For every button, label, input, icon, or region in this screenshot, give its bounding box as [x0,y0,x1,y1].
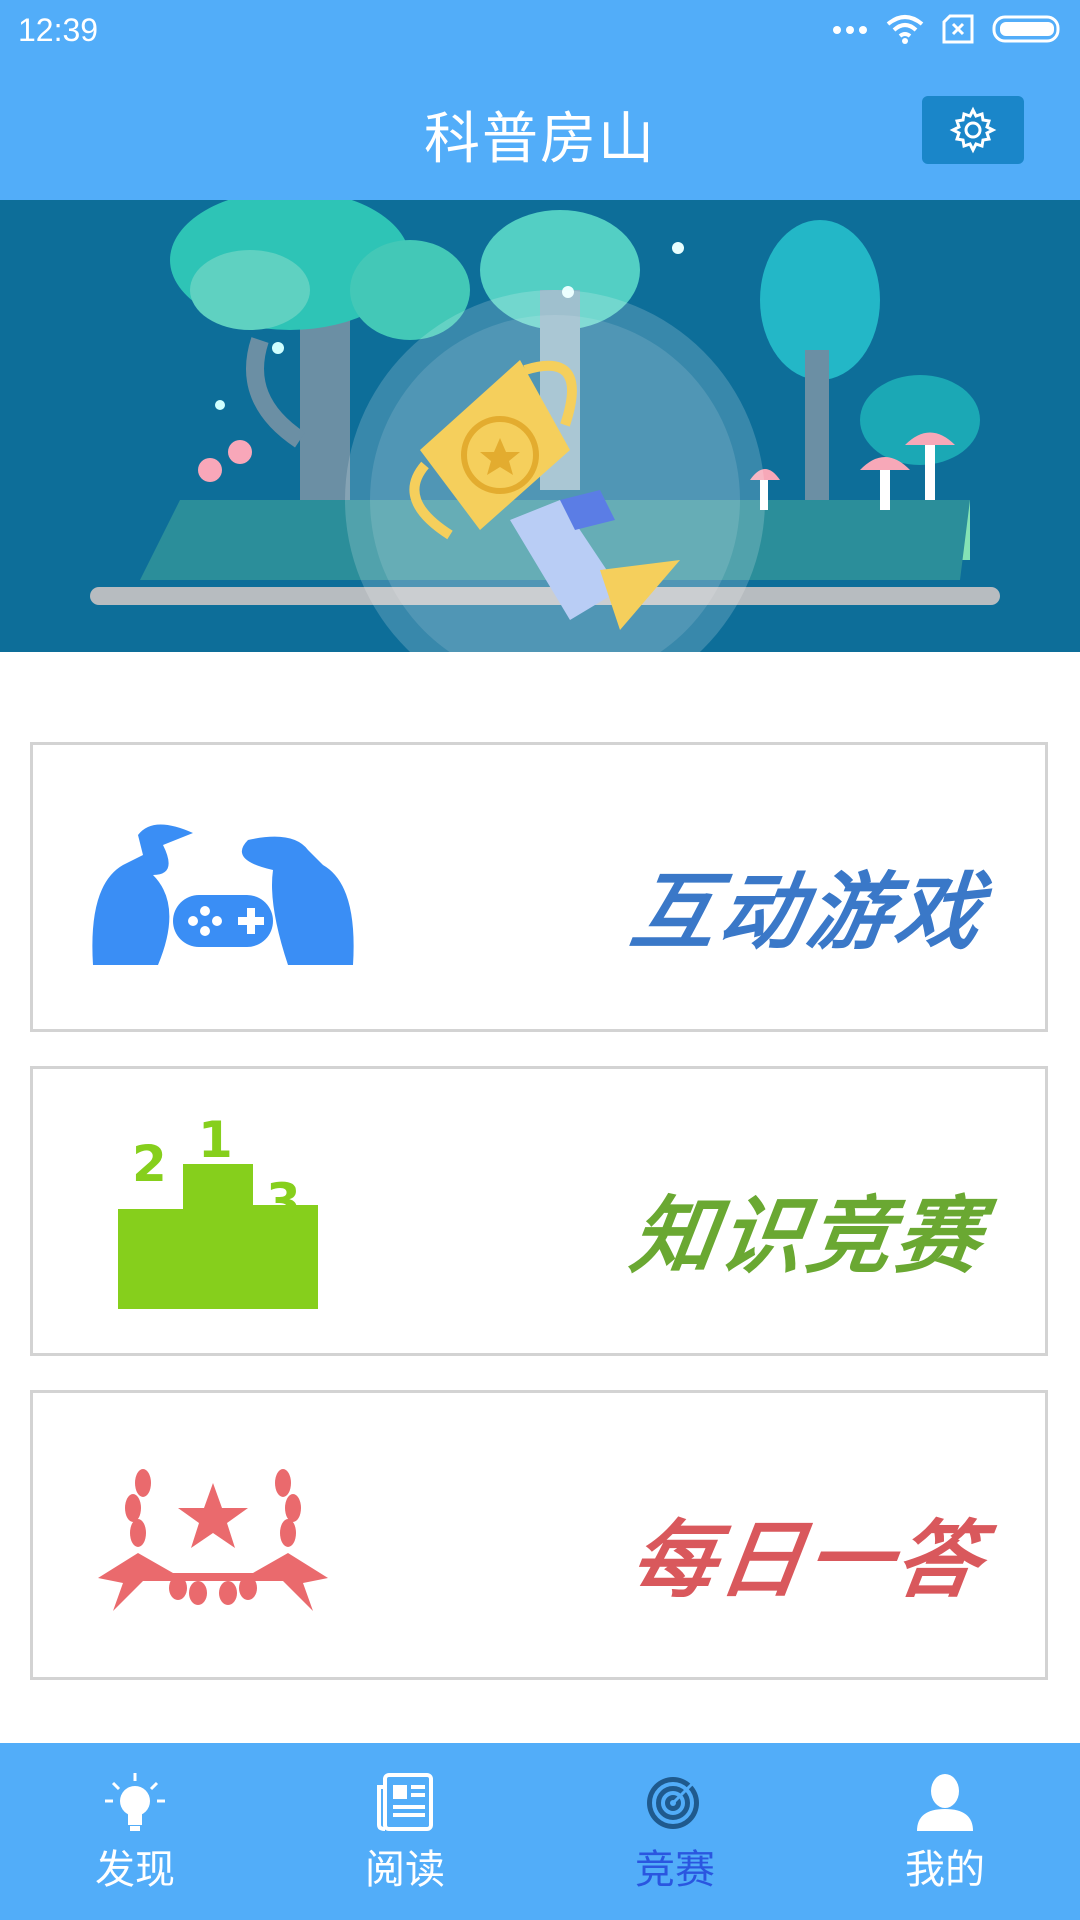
status-time: 12:39 [18,12,99,48]
tab-label: 我的 [905,1847,985,1893]
card-label: 互动游戏 [625,863,991,961]
tab-read[interactable]: 阅读 [270,1743,540,1920]
card-interactive-games[interactable]: 互动游戏 [30,742,1048,1032]
settings-button[interactable] [922,96,1024,164]
tab-mine[interactable]: 我的 [810,1743,1080,1920]
more-dots-icon [833,26,867,34]
tab-label: 竞赛 [635,1847,715,1893]
laurel-star-icon [98,1463,328,1617]
bottom-tab-bar: 发现 阅读 竞赛 我的 [0,1743,1080,1920]
svg-text:3: 3 [266,1173,301,1231]
gear-icon [949,106,997,154]
podium-icon: 2 1 3 [118,1109,318,1313]
card-label: 每日一答 [625,1511,991,1609]
banner-illustration[interactable] [0,200,1080,652]
status-bar: 12:39 [0,0,1080,62]
app-header: 科普房山 [0,62,1080,200]
wifi-icon [886,15,924,44]
forest-scene-illustration [0,200,1080,652]
sim-error-icon [942,14,974,44]
svg-text:1: 1 [198,1111,233,1169]
card-knowledge-contest[interactable]: 2 1 3 知识竞赛 [30,1066,1048,1356]
status-icons [832,14,1064,44]
page-title: 科普房山 [424,107,656,172]
lightbulb-icon [105,1773,165,1831]
tab-contest[interactable]: 竞赛 [540,1743,810,1920]
battery-icon [992,15,1060,43]
user-icon [917,1774,973,1831]
card-daily-question[interactable]: 每日一答 [30,1390,1048,1680]
card-label: 知识竞赛 [625,1187,991,1285]
tab-label: 发现 [95,1847,175,1893]
tab-label: 阅读 [365,1847,445,1893]
target-icon [647,1777,699,1829]
gamepad-players-icon [83,815,363,969]
svg-text:2: 2 [132,1135,167,1193]
tab-discover[interactable]: 发现 [0,1743,270,1920]
newspaper-icon [377,1773,433,1831]
